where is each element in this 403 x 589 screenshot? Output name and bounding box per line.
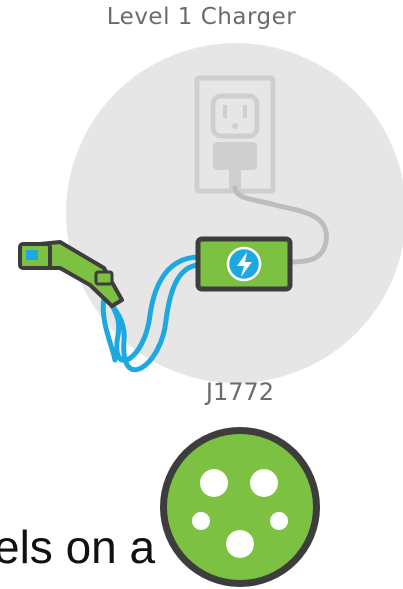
charger-illustration bbox=[18, 43, 403, 587]
j1772-connector-icon bbox=[160, 427, 320, 587]
connector-label: J1772 bbox=[205, 378, 275, 406]
charging-box-icon bbox=[195, 236, 293, 292]
caption-text: els on a bbox=[0, 521, 156, 573]
